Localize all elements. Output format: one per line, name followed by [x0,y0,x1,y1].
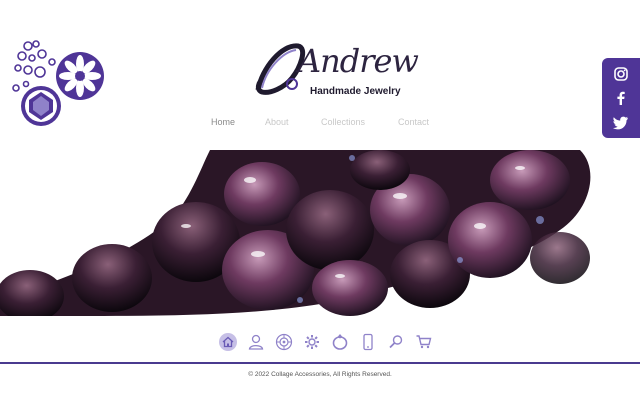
logo-tagline: Handmade Jewelry [310,86,401,97]
nav-home[interactable]: Home [211,117,235,127]
facebook-icon[interactable] [613,90,629,106]
phone-icon[interactable] [358,332,378,352]
ring-icon[interactable] [330,332,350,352]
logo-wordmark: Andrew [298,42,419,80]
home-icon[interactable] [218,332,238,352]
nav-about[interactable]: About [265,117,289,127]
mandala-icon[interactable] [274,332,294,352]
search-icon[interactable] [386,332,406,352]
hero-beads-image [0,150,640,316]
cart-icon[interactable] [414,332,434,352]
category-icon-bar [0,332,640,354]
nav-collections[interactable]: Collections [321,117,365,127]
footer-copyright: © 2022 Collage Accessories, All Rights R… [248,371,392,378]
site-logo[interactable]: Andrew Handmade Jewelry [252,38,419,100]
footer-divider [0,362,640,364]
twitter-icon[interactable] [613,114,629,130]
main-navigation: Home About Collections Contact [0,117,640,131]
nav-contact[interactable]: Contact [398,117,429,127]
social-sidebar [602,58,640,138]
settings-icon[interactable] [302,332,322,352]
user-icon[interactable] [246,332,266,352]
instagram-icon[interactable] [613,66,629,82]
